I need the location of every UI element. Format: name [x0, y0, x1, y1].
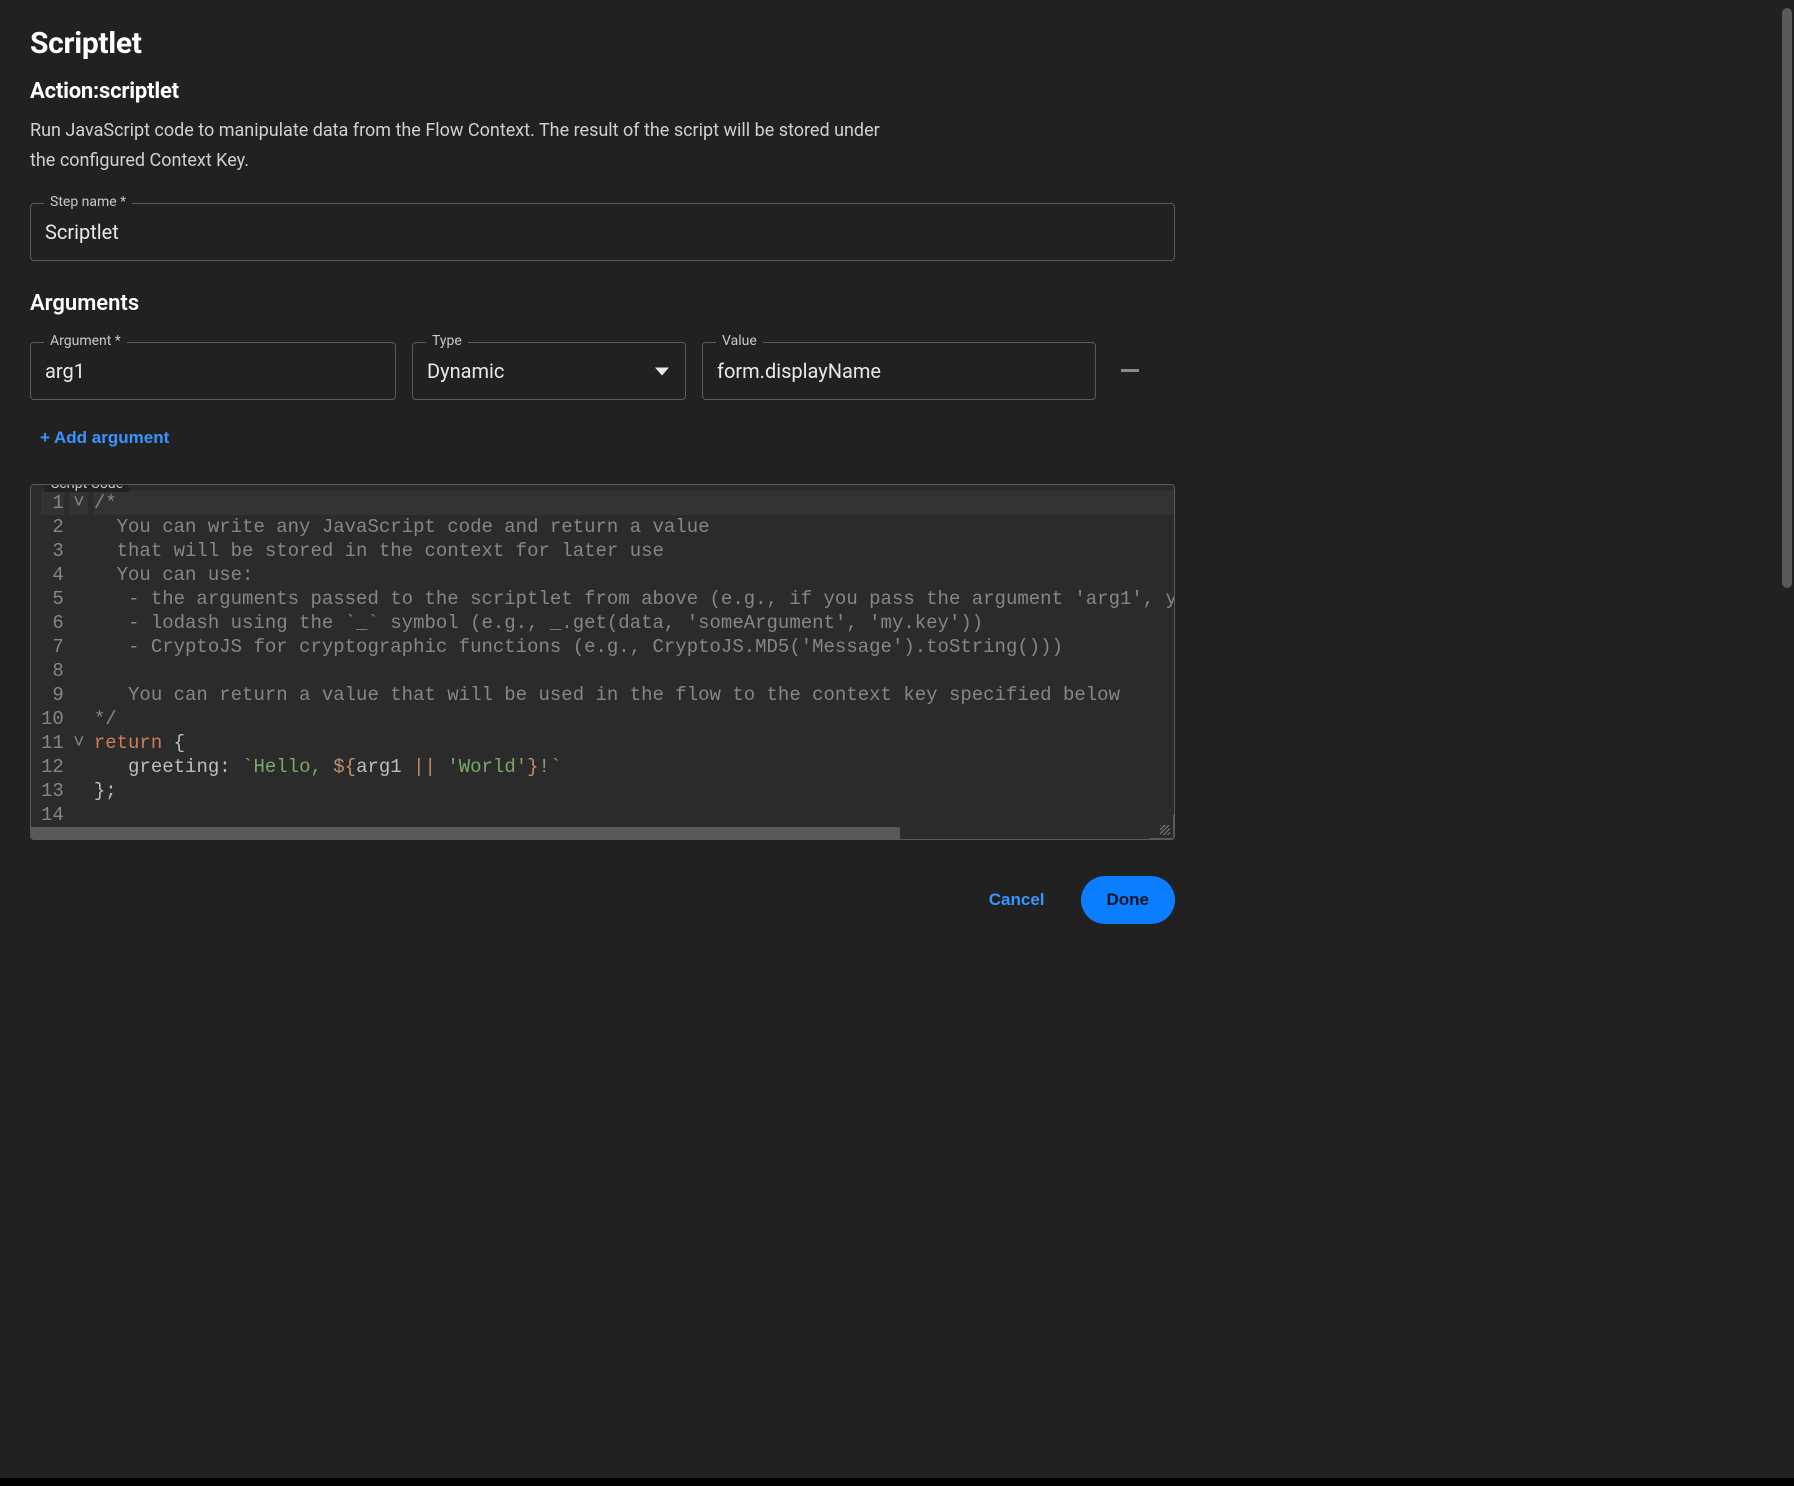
editor-fold-column: ˅˅: [70, 491, 88, 827]
argument-type-field: Type Dynamic: [412, 342, 686, 400]
step-name-label: Step name *: [44, 194, 132, 210]
minus-icon: [1121, 369, 1139, 373]
argument-type-label: Type: [426, 333, 468, 349]
script-code-field: Script Code 1234567891011121314 ˅˅ /* Yo…: [30, 484, 1175, 840]
step-name-input[interactable]: [30, 203, 1175, 261]
editor-gutter: 1234567891011121314: [31, 491, 70, 827]
argument-value-input[interactable]: [702, 342, 1096, 400]
page-title: Scriptlet: [30, 26, 1175, 61]
page-description: Run JavaScript code to manipulate data f…: [30, 116, 880, 175]
arguments-section-title: Arguments: [30, 291, 1175, 316]
bottom-strip: [0, 1478, 1794, 1486]
argument-row: Argument * Type Dynamic Value: [30, 342, 1175, 400]
vertical-scrollbar[interactable]: [1782, 8, 1792, 608]
horizontal-scrollbar[interactable]: [31, 827, 1174, 839]
argument-name-input[interactable]: [30, 342, 396, 400]
done-button[interactable]: Done: [1081, 876, 1176, 924]
argument-name-label: Argument *: [44, 333, 127, 349]
argument-name-field: Argument *: [30, 342, 396, 400]
editor-code-column[interactable]: /* You can write any JavaScript code and…: [88, 491, 1174, 827]
argument-value-field: Value: [702, 342, 1096, 400]
remove-argument-button[interactable]: [1112, 353, 1148, 389]
step-name-field: Step name *: [30, 203, 1175, 261]
page-subtitle: Action:scriptlet: [30, 79, 1175, 104]
script-code-label: Script Code: [45, 484, 129, 492]
dialog-footer: Cancel Done: [30, 876, 1175, 924]
vertical-scrollbar-thumb[interactable]: [1782, 8, 1792, 588]
argument-type-select[interactable]: Dynamic: [412, 342, 686, 400]
cancel-button[interactable]: Cancel: [973, 876, 1061, 924]
script-code-editor[interactable]: 1234567891011121314 ˅˅ /* You can write …: [31, 485, 1174, 839]
add-argument-button[interactable]: + Add argument: [30, 422, 179, 454]
horizontal-scrollbar-thumb[interactable]: [31, 827, 900, 839]
argument-value-label: Value: [716, 333, 763, 349]
